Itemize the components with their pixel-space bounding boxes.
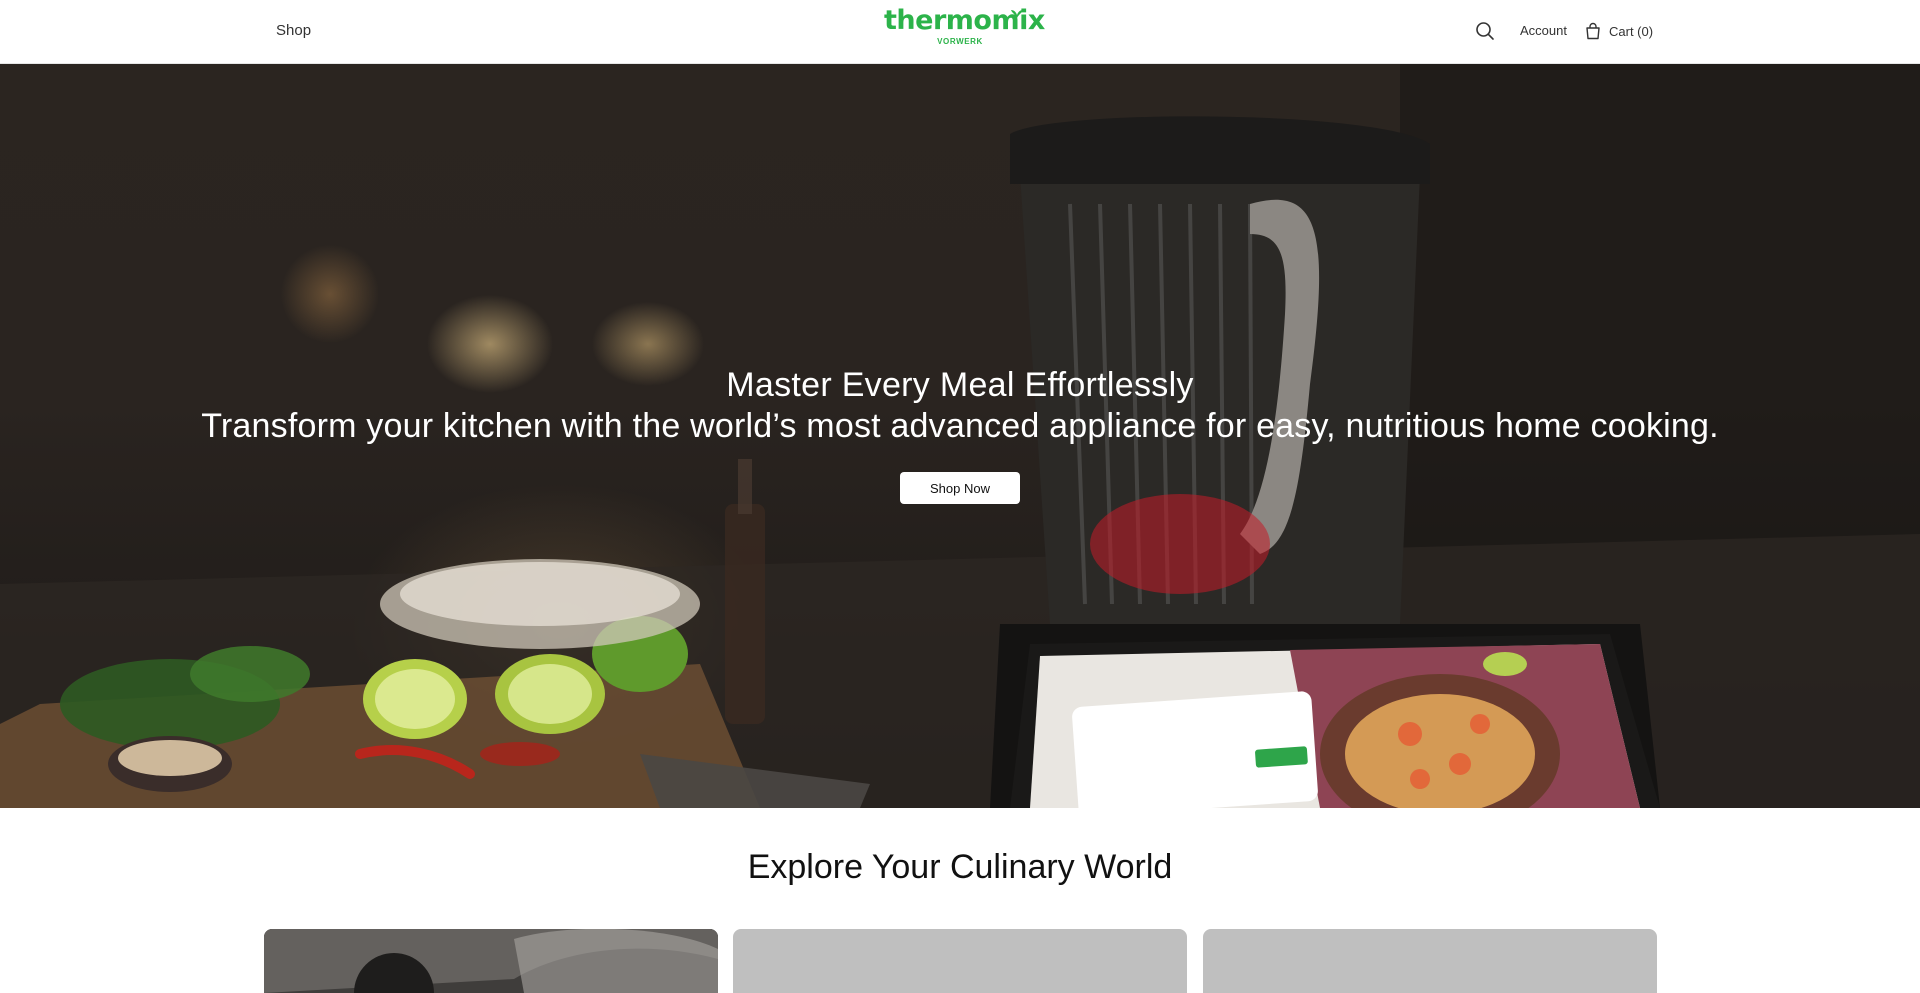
shopping-bag-icon — [1586, 22, 1600, 40]
category-card[interactable] — [733, 929, 1187, 993]
account-link[interactable]: Account — [1520, 23, 1567, 38]
thermomix-logo[interactable]: thermomix VORWERK — [884, 6, 1045, 56]
hero-title: Master Every Meal Effortlessly — [726, 366, 1194, 404]
hero-text: Master Every Meal Effortlessly Transform… — [0, 364, 1920, 446]
cart-label: Cart (0) — [1609, 23, 1654, 39]
shop-now-button[interactable]: Shop Now — [900, 472, 1020, 504]
section-title: Explore Your Culinary World — [747, 848, 1173, 886]
nav-shop-link[interactable]: Shop — [276, 22, 311, 39]
leaf-icon — [1011, 10, 1023, 18]
search-icon[interactable] — [1474, 20, 1496, 42]
card-image — [264, 929, 718, 993]
category-card[interactable] — [264, 929, 718, 993]
hero-subtitle: Transform your kitchen with the world’s … — [201, 407, 1719, 445]
cart-button[interactable]: Cart (0) — [1585, 20, 1653, 42]
logo-vorwerk: VORWERK — [937, 37, 983, 46]
site-header: Shop thermomix VORWERK Account Cart (0) — [0, 0, 1920, 64]
category-card[interactable] — [1203, 929, 1657, 993]
hero-banner: Master Every Meal Effortlessly Transform… — [0, 64, 1920, 808]
